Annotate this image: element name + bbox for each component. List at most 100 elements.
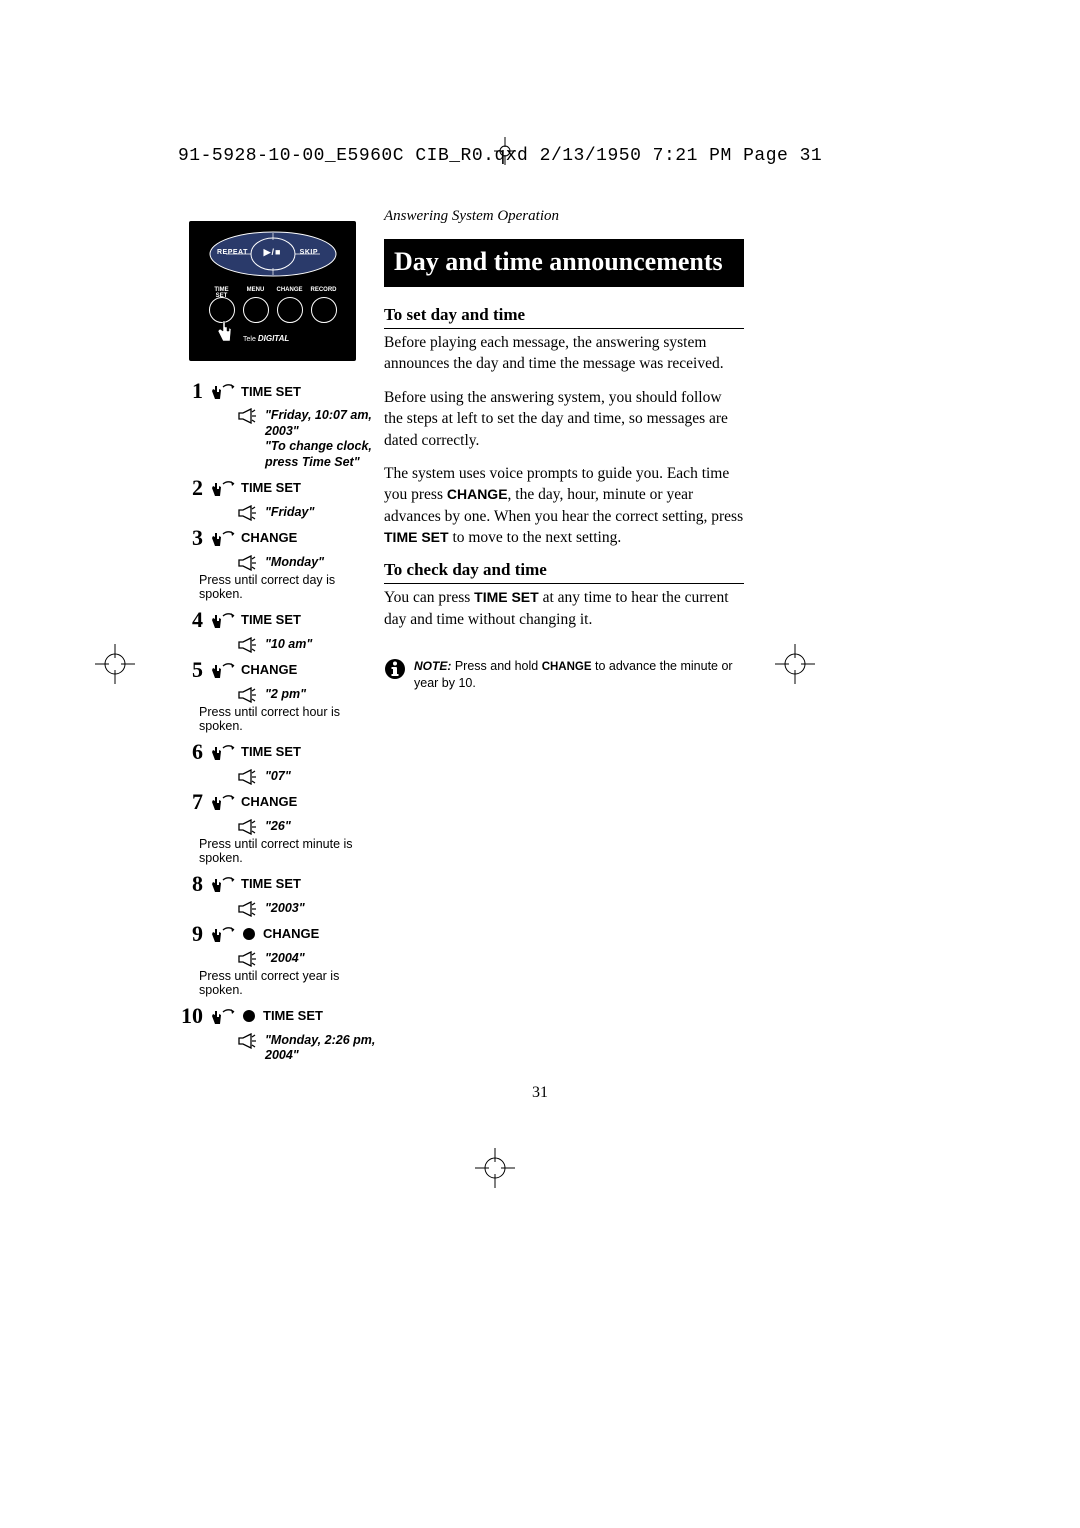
step-head: 9 CHANGE	[181, 921, 381, 947]
step-head: 1 TIME SET	[181, 378, 381, 404]
para-2: Before using the answering system, you s…	[384, 387, 744, 451]
step-button-label: CHANGE	[263, 926, 319, 941]
step-button-label: CHANGE	[241, 794, 297, 809]
speaker-icon	[237, 408, 257, 424]
step-instruction: Press until correct day is spoken.	[199, 573, 381, 601]
p4a: You can press	[384, 589, 474, 606]
step-number: 6	[181, 739, 203, 765]
breadcrumb: Answering System Operation	[384, 208, 744, 225]
device-illustration: REPEAT ▶/■ SKIP TIME SET MENU CHANGE REC…	[189, 221, 356, 361]
para-1: Before playing each message, the answeri…	[384, 332, 744, 375]
steps-column: 1 TIME SET "Friday, 10:07 am, 2003""To cha…	[181, 378, 381, 1068]
step-instruction: Press until correct minute is spoken.	[199, 837, 381, 865]
step-button-label: TIME SET	[241, 876, 301, 891]
p3e: to move to the next setting.	[449, 529, 622, 546]
step-1: 1 TIME SET "Friday, 10:07 am, 2003""To cha…	[181, 378, 381, 471]
step-button-label: TIME SET	[241, 612, 301, 627]
voice-line: "2 pm"	[237, 687, 381, 703]
stop-dot-icon	[243, 1010, 255, 1022]
step-number: 10	[181, 1003, 203, 1029]
para-4: You can press TIME SET at any time to he…	[384, 587, 744, 630]
oval-label-repeat: REPEAT	[217, 249, 248, 256]
step-number: 1	[181, 378, 203, 404]
speaker-icon	[237, 769, 257, 785]
content-column: Answering System Operation Day and time …	[384, 208, 744, 691]
step-number: 2	[181, 475, 203, 501]
crop-mark-left	[95, 644, 135, 684]
step-head: 6TIME SET	[181, 739, 381, 765]
step-number: 8	[181, 871, 203, 897]
speaker-icon	[237, 555, 257, 571]
crop-mark-bottom	[475, 1148, 515, 1188]
para-3: The system uses voice prompts to guide y…	[384, 463, 744, 549]
step-instruction: Press until correct year is spoken.	[199, 969, 381, 997]
page-title: Day and time announcements	[394, 247, 734, 277]
step-head: 3 CHANGE	[181, 525, 381, 551]
crop-mark-right	[775, 644, 815, 684]
voice-text: "Friday"	[265, 505, 314, 521]
step-instruction: Press until correct hour is spoken.	[199, 705, 381, 733]
voice-line: "Monday, 2:26 pm, 2004"	[237, 1033, 381, 1064]
step-10: 10TIME SET "Monday, 2:26 pm, 2004"	[181, 1003, 381, 1064]
step-4: 4 TIME SET "10 am"	[181, 607, 381, 653]
step-number: 7	[181, 789, 203, 815]
step-button-label: CHANGE	[241, 530, 297, 545]
voice-text: "26"	[265, 819, 291, 835]
voice-text: "Friday, 10:07 am, 2003""To change clock…	[265, 408, 381, 471]
step-6: 6TIME SET "07"	[181, 739, 381, 785]
voice-text: "2 pm"	[265, 687, 306, 703]
step-number: 4	[181, 607, 203, 633]
speaker-icon	[237, 505, 257, 521]
step-button-label: TIME SET	[241, 480, 301, 495]
brand-prefix: Tele	[243, 336, 256, 343]
voice-line: "2004"	[237, 951, 381, 967]
voice-line: "Monday"	[237, 555, 381, 571]
btn-menu	[243, 297, 269, 323]
step-button-label: TIME SET	[241, 384, 301, 399]
step-head: 5CHANGE	[181, 657, 381, 683]
oval-label-skip: SKIP	[300, 249, 318, 256]
tap-icon	[209, 660, 235, 680]
brand-main: DIGITAL	[258, 334, 289, 343]
tap-icon	[209, 478, 235, 498]
voice-text: "Monday, 2:26 pm, 2004"	[265, 1033, 381, 1064]
voice-text: "Monday"	[265, 555, 324, 571]
voice-line: "Friday"	[237, 505, 381, 521]
voice-text: "2003"	[265, 901, 305, 917]
brand-label: TeleDIGITAL	[243, 334, 289, 343]
voice-text: "07"	[265, 769, 291, 785]
voice-line: "2003"	[237, 901, 381, 917]
note-row: NOTE: Press and hold CHANGE to advance t…	[384, 658, 744, 691]
step-number: 5	[181, 657, 203, 683]
speaker-icon	[237, 687, 257, 703]
step-9: 9 CHANGE "2004" Press until correct year is…	[181, 921, 381, 997]
note-label: NOTE:	[414, 659, 451, 673]
step-number: 9	[181, 921, 203, 947]
speaker-icon	[237, 819, 257, 835]
speaker-icon	[237, 637, 257, 653]
step-8: 8 TIME SET "2003"	[181, 871, 381, 917]
step-head: 2 TIME SET	[181, 475, 381, 501]
note-b: CHANGE	[542, 661, 592, 673]
step-5: 5CHANGE "2 pm" Press until correct hour is…	[181, 657, 381, 733]
p4b: TIME SET	[474, 589, 539, 605]
tap-icon	[209, 924, 235, 944]
step-head: 4 TIME SET	[181, 607, 381, 633]
p3b: CHANGE	[447, 486, 508, 502]
voice-line: "10 am"	[237, 637, 381, 653]
play-stop-glyph: ▶/■	[264, 247, 282, 258]
tap-icon	[209, 381, 235, 401]
speaker-icon	[237, 901, 257, 917]
note-text: NOTE: Press and hold CHANGE to advance t…	[414, 658, 744, 691]
info-icon	[384, 658, 406, 680]
step-head: 10TIME SET	[181, 1003, 381, 1029]
page-title-bar: Day and time announcements	[384, 239, 744, 287]
step-number: 3	[181, 525, 203, 551]
voice-line: "26"	[237, 819, 381, 835]
p3d: TIME SET	[384, 529, 449, 545]
step-3: 3 CHANGE "Monday" Press until correct day i…	[181, 525, 381, 601]
page-number: 31	[532, 1084, 548, 1102]
btn-change	[277, 297, 303, 323]
crop-mark-top	[494, 137, 516, 170]
voice-line: "Friday, 10:07 am, 2003""To change clock…	[237, 408, 381, 471]
